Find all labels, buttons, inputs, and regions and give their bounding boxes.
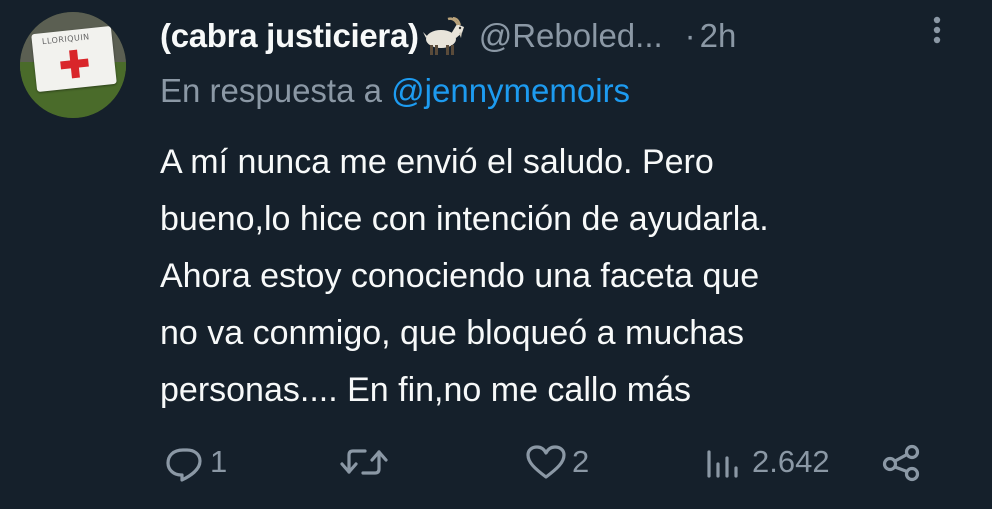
more-vertical-icon[interactable] [926, 10, 948, 50]
author-display-name[interactable]: (cabra justiciera) [160, 17, 419, 55]
author-handle[interactable]: @Reboled... [479, 17, 663, 55]
red-cross-horizontal [60, 58, 89, 70]
retweet-icon [338, 442, 390, 482]
reply-prefix: En respuesta a [160, 72, 392, 109]
tweet-text: A mí nunca me envió el saludo. Pero buen… [160, 143, 769, 409]
views-icon [702, 442, 748, 482]
like-button[interactable]: 2 [524, 438, 589, 486]
share-button[interactable] [880, 438, 924, 486]
avatar-sign-text: LLORIQUIN [41, 32, 91, 47]
views-count: 2.642 [752, 444, 830, 479]
time-separator: · [684, 17, 696, 54]
retweet-button[interactable] [338, 438, 394, 486]
reply-context: En respuesta a @jennymemoirs [160, 72, 630, 110]
avatar[interactable]: LLORIQUIN [20, 12, 126, 118]
avatar-sign: LLORIQUIN [31, 25, 117, 93]
goat-icon [421, 16, 467, 56]
heart-icon [524, 442, 568, 482]
reply-mention-link[interactable]: @jennymemoirs [391, 72, 630, 109]
reply-icon [164, 442, 206, 482]
tweet-header: (cabra justiciera) @Reboled... · 2h [160, 14, 736, 58]
reply-count: 1 [210, 444, 228, 479]
action-bar: 1 2 2.642 [0, 438, 992, 486]
reply-button[interactable]: 1 [164, 438, 227, 486]
tweet[interactable]: LLORIQUIN (cabra justiciera) @Reboled...… [0, 0, 992, 509]
like-count: 2 [572, 444, 590, 479]
share-icon [880, 442, 924, 482]
views-button[interactable]: 2.642 [702, 438, 830, 486]
tweet-time[interactable]: 2h [700, 17, 737, 55]
